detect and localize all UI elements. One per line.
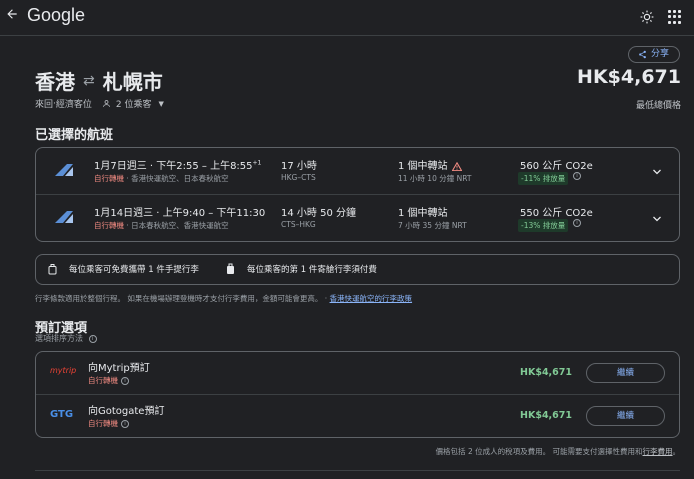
info-icon[interactable]: i: [121, 420, 129, 428]
chevron-down-icon[interactable]: [651, 213, 663, 225]
baggage-policy: 行李條款適用於整個行程。 如果在機場辦理登機時才支付行李費用，金額可能會更高。 …: [35, 294, 413, 303]
vendor-row: mytrip 向Mytrip預訂 自行轉機 i HK$4,671 繼續: [36, 352, 679, 395]
flight-duration: 14 小時 50 分鐘: [281, 208, 356, 219]
flight-times: 1月7日週三 · 下午2:55 – 上午8:55+1: [94, 159, 262, 172]
vendor-price: HK$4,671: [520, 410, 572, 421]
person-icon: [103, 100, 110, 107]
checked-bag-icon: [227, 263, 234, 274]
flight-stops: 1 個中轉站: [398, 157, 462, 172]
share-button[interactable]: 分享: [628, 46, 680, 63]
flight-airlines: 自行轉機 · 日本春秋航空、香港快運航空: [94, 221, 229, 230]
total-price: HK$4,671: [577, 66, 681, 88]
selected-flights-card: 1月7日週三 · 下午2:55 – 上午8:55+1 自行轉機 · 香港快運航空…: [35, 147, 680, 242]
trip-type: 來回: [35, 100, 54, 110]
checked-bag-info: 每位乘客的第 1 件寄艙行李須付費: [226, 263, 377, 275]
co2-emissions: 560 公斤 CO2e: [520, 161, 593, 172]
airline-logo-icon: [55, 211, 73, 223]
baggage-fees-link[interactable]: 行李費用: [643, 447, 673, 456]
flight-route: HKG–CTS: [281, 173, 316, 182]
airline-logo-icon: [55, 164, 73, 176]
share-icon: [639, 50, 646, 59]
theme-toggle-icon[interactable]: [640, 9, 656, 25]
co2-emissions: 550 公斤 CO2e: [520, 208, 593, 219]
stop-detail: 7 小時 35 分鐘 NRT: [398, 221, 467, 230]
trip-info: 來回 · 經濟客位 2 位乘客 ▼: [35, 97, 164, 111]
flight-row[interactable]: 1月7日週三 · 下午2:55 – 上午8:55+1 自行轉機 · 香港快運航空…: [36, 148, 679, 195]
co2-badge: -11% 排放量: [518, 172, 569, 185]
co2-badge: -13% 排放量: [518, 219, 569, 232]
vendor-name: 向Gotogate預訂: [88, 406, 165, 417]
flight-route: CTS–HKG: [281, 220, 316, 229]
apps-grid-icon[interactable]: [668, 10, 682, 24]
cabin-class: 經濟客位: [55, 100, 92, 110]
baggage-card: 每位乘客可免費攜帶 1 件手提行李 每位乘客的第 1 件寄艙行李須付費: [35, 254, 680, 285]
continue-button[interactable]: 繼續: [586, 406, 665, 426]
round-trip-icon: ⇄: [83, 72, 95, 89]
carry-on-info: 每位乘客可免費攜帶 1 件手提行李: [48, 263, 199, 275]
info-icon[interactable]: i: [573, 172, 581, 180]
vendor-note: 自行轉機 i: [88, 375, 129, 386]
route-title: 香港 ⇄ 札幌市: [35, 66, 163, 95]
info-icon[interactable]: i: [573, 219, 581, 227]
passenger-count: 2 位乘客: [115, 100, 152, 110]
vendor-name: 向Mytrip預訂: [88, 363, 150, 374]
flight-duration: 17 小時: [281, 161, 317, 172]
continue-button[interactable]: 繼續: [586, 363, 665, 383]
flight-row[interactable]: 1月14日週三 · 上午9:40 – 下午11:30 自行轉機 · 日本春秋航空…: [36, 195, 679, 242]
mytrip-logo: mytrip: [50, 366, 77, 375]
booking-options-card: mytrip 向Mytrip預訂 自行轉機 i HK$4,671 繼續 GTG 向…: [35, 351, 680, 438]
vendor-note: 自行轉機 i: [88, 418, 129, 429]
vendor-price: HK$4,671: [520, 367, 572, 378]
flight-times: 1月14日週三 · 上午9:40 – 下午11:30: [94, 208, 266, 219]
sort-options[interactable]: 選項排序方法 i: [35, 333, 97, 344]
divider: [35, 470, 680, 471]
warning-icon: [451, 161, 462, 171]
selected-flights-title: 已選擇的航班: [35, 128, 114, 143]
baggage-policy-link[interactable]: 香港快運航空的行李政策: [330, 294, 413, 303]
flight-stops: 1 個中轉站: [398, 208, 448, 219]
google-logo[interactable]: Google: [27, 5, 85, 26]
top-bar: Google: [0, 0, 694, 36]
origin-city: 香港: [35, 70, 75, 94]
chevron-down-icon[interactable]: [651, 166, 663, 178]
total-price-label: 最低總價格: [635, 101, 681, 111]
stop-detail: 11 小時 10 分鐘 NRT: [398, 174, 472, 183]
info-icon[interactable]: i: [121, 377, 129, 385]
share-label: 分享: [651, 49, 670, 59]
price-footnote: 價格包括 2 位成人的稅項及費用。 可能需要支付選擇性費用和行李費用。: [435, 447, 680, 456]
gotogate-logo: GTG: [50, 409, 74, 420]
back-arrow-icon[interactable]: [2, 6, 22, 26]
carry-on-bag-icon: [48, 264, 57, 275]
passenger-selector[interactable]: 2 位乘客 ▼: [102, 97, 164, 110]
caret-down-icon: ▼: [158, 99, 164, 108]
destination-city: 札幌市: [102, 70, 163, 94]
vendor-row: GTG 向Gotogate預訂 自行轉機 i HK$4,671 繼續: [36, 395, 679, 438]
info-icon[interactable]: i: [88, 334, 97, 343]
flight-airlines: 自行轉機 · 香港快運航空、日本春秋航空: [94, 174, 229, 183]
